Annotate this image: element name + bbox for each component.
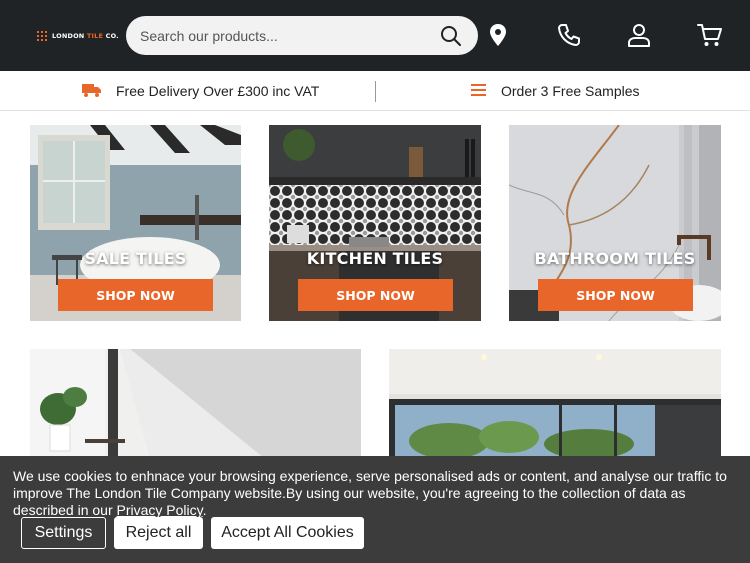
site-logo[interactable]: LONDON TILE CO.	[36, 30, 119, 42]
privacy-policy-link[interactable]: Privacy Policy	[117, 502, 203, 518]
accept-all-cookies-button[interactable]: Accept All Cookies	[211, 517, 364, 549]
location-pin-icon[interactable]	[487, 22, 513, 48]
cart-icon[interactable]	[696, 22, 722, 48]
account-icon[interactable]	[626, 22, 652, 48]
delivery-truck-icon	[82, 82, 102, 101]
lower-left-image	[30, 349, 361, 459]
shop-sale-button[interactable]: SHOP NOW	[58, 279, 213, 311]
category-tile-lower-right[interactable]	[389, 349, 721, 459]
cookie-banner: We use cookies to enhnace your browsing …	[0, 456, 750, 563]
free-samples-link[interactable]: Order 3 Free Samples	[471, 71, 640, 111]
search-bar	[126, 16, 478, 55]
lower-right-image	[389, 349, 721, 459]
logo-mark-icon	[36, 30, 48, 42]
free-samples-text: Order 3 Free Samples	[501, 83, 640, 99]
cookie-settings-button[interactable]: Settings	[21, 517, 106, 549]
info-bar: Free Delivery Over £300 inc VAT Order 3 …	[0, 71, 750, 111]
search-input[interactable]	[126, 27, 416, 44]
site-header: LONDON TILE CO.	[0, 0, 750, 71]
cookie-message: We use cookies to enhnace your browsing …	[13, 468, 727, 518]
category-tile-lower-left[interactable]	[30, 349, 361, 459]
search-icon[interactable]	[440, 25, 462, 47]
free-delivery-text: Free Delivery Over £300 inc VAT	[116, 83, 320, 99]
category-bathroom-tiles[interactable]: BATHROOM TILES SHOP NOW	[509, 125, 721, 321]
reject-all-button[interactable]: Reject all	[114, 517, 203, 549]
logo-text: LONDON TILE CO.	[52, 32, 119, 40]
sale-tiles-title: SALE TILES	[84, 249, 187, 268]
category-kitchen-tiles[interactable]: KITCHEN TILES SHOP NOW	[269, 125, 481, 321]
shop-bathroom-button[interactable]: SHOP NOW	[538, 279, 693, 311]
divider	[375, 81, 376, 102]
kitchen-tiles-title: KITCHEN TILES	[306, 249, 444, 268]
free-delivery-notice[interactable]: Free Delivery Over £300 inc VAT	[82, 71, 319, 111]
bathroom-tiles-title: BATHROOM TILES	[534, 249, 696, 268]
shop-kitchen-button[interactable]: SHOP NOW	[298, 279, 453, 311]
phone-icon[interactable]	[556, 22, 582, 48]
list-icon	[471, 83, 487, 100]
category-sale-tiles[interactable]: SALE TILES SHOP NOW	[30, 125, 241, 321]
page: LONDON TILE CO. Free Delivery Over	[0, 0, 750, 563]
